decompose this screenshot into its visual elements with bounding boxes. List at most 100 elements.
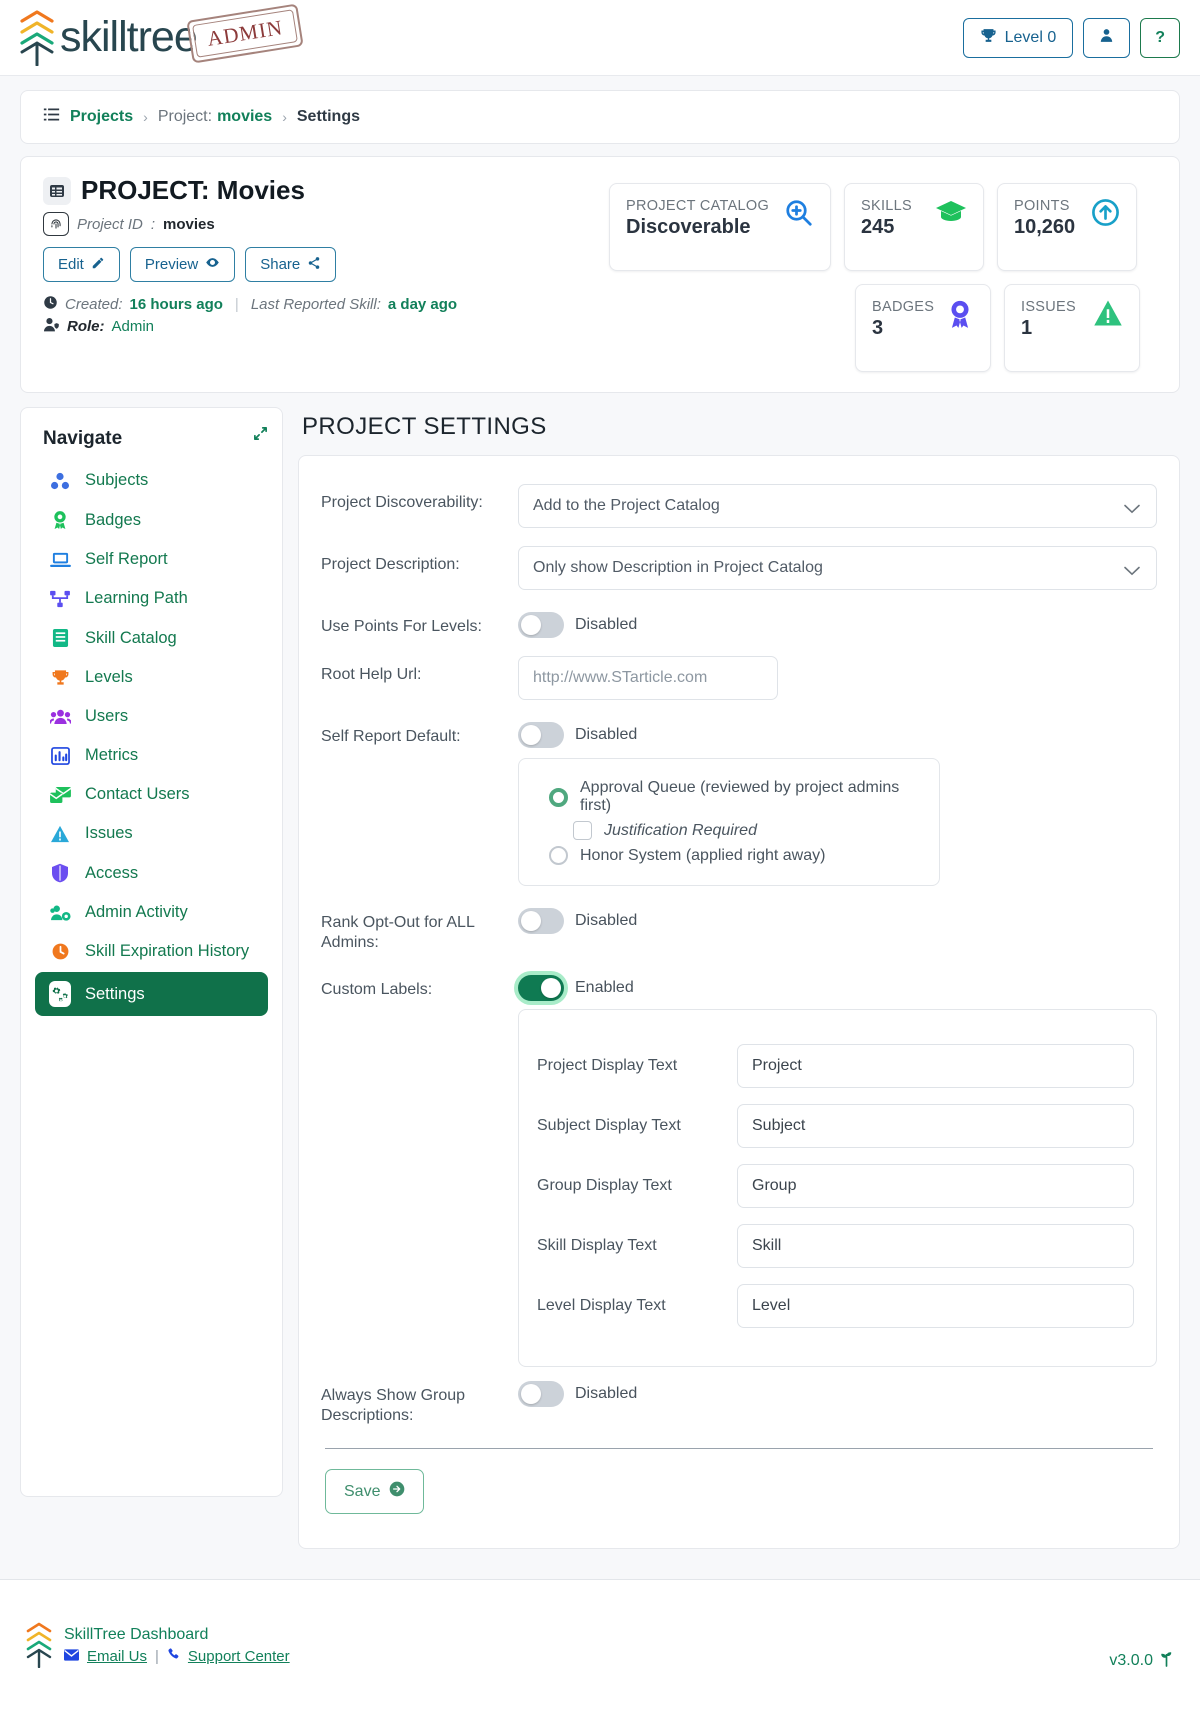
discoverability-select[interactable]: Add to the Project Catalog [518, 484, 1157, 528]
project-id-label: Project ID [77, 215, 143, 233]
stat-project-catalog[interactable]: PROJECT CATALOG Discoverable [609, 183, 831, 271]
sidebar-item-admin-activity[interactable]: Admin Activity [35, 894, 268, 931]
user-menu-button[interactable] [1083, 18, 1131, 58]
rank-opt-out-label: Rank Opt-Out for ALL Admins: [321, 914, 475, 951]
stat-badges-label: BADGES [872, 299, 935, 315]
stat-project-catalog-label: PROJECT CATALOG [626, 198, 770, 214]
subject-display-text-input[interactable]: Subject [737, 1104, 1134, 1148]
rank-opt-out-toggle[interactable] [518, 908, 564, 934]
magnifier-plus-icon [784, 198, 814, 233]
breadcrumb-project-label: Project: [157, 108, 213, 125]
brand-logo[interactable]: skilltree ADMIN [20, 3, 304, 66]
sidebar-item-subjects[interactable]: Subjects [35, 462, 268, 499]
sidebar-item-access[interactable]: Access [35, 854, 268, 892]
use-points-for-levels-toggle[interactable] [518, 612, 564, 638]
mail-icon [64, 1648, 79, 1665]
collapse-icon[interactable] [253, 426, 268, 446]
stat-issues[interactable]: ISSUES 1 [1004, 284, 1140, 372]
sidebar-item-metrics[interactable]: Metrics [35, 737, 268, 774]
footer-text: SkillTree Dashboard Email Us | Support C… [64, 1626, 290, 1665]
shield-icon [49, 863, 71, 883]
clock-icon [43, 295, 58, 314]
project-info: PROJECT: Movies Project ID: movies Edit … [43, 175, 609, 372]
row-self-report-default: Self Report Default: Disabled Approval Q… [321, 718, 1157, 886]
warning-triangle-icon [49, 825, 71, 843]
stat-skills-value: 245 [861, 216, 895, 238]
radio-honor-system[interactable] [549, 846, 568, 865]
edit-button-label: Edit [58, 256, 84, 273]
version-label: v3.0.0 [1109, 1652, 1153, 1669]
preview-button[interactable]: Preview [129, 247, 236, 282]
learning-path-icon [49, 590, 71, 608]
breadcrumb-projects-link[interactable]: Projects [70, 108, 133, 126]
custom-label-row: Level Display Text Level [537, 1284, 1134, 1328]
preview-button-label: Preview [144, 256, 199, 273]
radio-approval-queue[interactable] [549, 787, 568, 807]
navigate-title: Navigate [43, 428, 123, 449]
sidebar-item-skill-expiration-history[interactable]: Skill Expiration History [35, 933, 268, 970]
sidebar-item-label: Self Report [85, 550, 168, 568]
share-button[interactable]: Share [245, 247, 337, 282]
justification-required-checkbox[interactable] [573, 821, 592, 840]
breadcrumb-project-link[interactable]: movies [217, 108, 272, 126]
app-header: skilltree ADMIN Level 0 ? [0, 0, 1200, 76]
custom-labels-state: Enabled [575, 979, 634, 996]
always-show-group-descriptions-toggle[interactable] [518, 1381, 564, 1407]
support-center-link[interactable]: Support Center [188, 1648, 290, 1665]
chevron-right-icon-2: › [282, 109, 287, 125]
chevron-down-icon [1124, 501, 1140, 519]
option-honor-system[interactable]: Honor System (applied right away) [549, 846, 919, 865]
project-icon [43, 176, 71, 205]
sidebar-item-skill-catalog[interactable]: Skill Catalog [35, 619, 268, 657]
sidebar-item-label: Levels [85, 668, 133, 686]
last-reported-value: a day ago [387, 296, 458, 313]
level-display-text-input[interactable]: Level [737, 1284, 1134, 1328]
sidebar-item-settings[interactable]: Settings [35, 972, 268, 1016]
group-display-text-input[interactable]: Group [737, 1164, 1134, 1208]
project-display-text-input[interactable]: Project [737, 1044, 1134, 1088]
row-description: Project Description: Only show Descripti… [321, 546, 1157, 590]
use-points-for-levels-state: Disabled [575, 616, 638, 633]
project-settings-panel: Project Discoverability: Add to the Proj… [298, 455, 1180, 1549]
self-report-default-label: Self Report Default: [321, 728, 461, 745]
sidebar-item-label: Skill Catalog [85, 628, 177, 647]
stat-skills[interactable]: SKILLS 245 [844, 183, 984, 271]
stat-badges[interactable]: BADGES 3 [855, 284, 991, 372]
save-button[interactable]: Save [325, 1469, 425, 1514]
justification-required-row[interactable]: Justification Required [573, 821, 919, 840]
book-icon [49, 628, 71, 648]
description-select[interactable]: Only show Description in Project Catalog [518, 546, 1157, 590]
last-reported-label: Last Reported Skill: [250, 296, 381, 313]
project-title: PROJECT: Movies [81, 175, 305, 205]
custom-labels-toggle[interactable] [518, 975, 564, 1001]
sidebar-item-self-report[interactable]: Self Report [35, 541, 268, 578]
sidebar-item-levels[interactable]: Levels [35, 659, 268, 696]
self-report-default-toggle[interactable] [518, 722, 564, 748]
stat-points[interactable]: POINTS 10,260 [997, 183, 1137, 271]
sidebar-item-label: Skill Expiration History [85, 942, 250, 960]
edit-button[interactable]: Edit [43, 247, 120, 282]
root-help-url-input[interactable]: http://www.STarticle.com [518, 656, 778, 700]
app-footer: SkillTree Dashboard Email Us | Support C… [0, 1579, 1200, 1716]
sidebar-item-issues[interactable]: Issues [35, 815, 268, 852]
project-actions: Edit Preview Share [43, 247, 609, 282]
email-us-link[interactable]: Email Us [87, 1648, 147, 1665]
phone-icon [167, 1647, 180, 1665]
project-role: Role: Admin [43, 317, 609, 336]
eye-icon [205, 255, 220, 274]
sidebar-item-contact-users[interactable]: Contact Users [35, 776, 268, 813]
project-stats: PROJECT CATALOG Discoverable SKILLS 245 [609, 175, 1157, 372]
level-button[interactable]: Level 0 [962, 18, 1074, 58]
award-icon [946, 299, 974, 334]
sidebar-item-learning-path[interactable]: Learning Path [35, 580, 268, 617]
sidebar-item-users[interactable]: Users [35, 698, 268, 735]
skill-display-text-input[interactable]: Skill [737, 1224, 1134, 1268]
option-approval-queue[interactable]: Approval Queue (reviewed by project admi… [549, 779, 919, 815]
self-report-options-panel: Approval Queue (reviewed by project admi… [518, 758, 940, 886]
project-header-card: PROJECT: Movies Project ID: movies Edit … [20, 156, 1180, 393]
stat-points-label: POINTS [1014, 198, 1070, 214]
sidebar-item-badges[interactable]: Badges [35, 501, 268, 539]
custom-labels-label: Custom Labels: [321, 981, 433, 998]
stat-skills-label: SKILLS [861, 198, 912, 214]
help-button[interactable]: ? [1140, 18, 1180, 58]
